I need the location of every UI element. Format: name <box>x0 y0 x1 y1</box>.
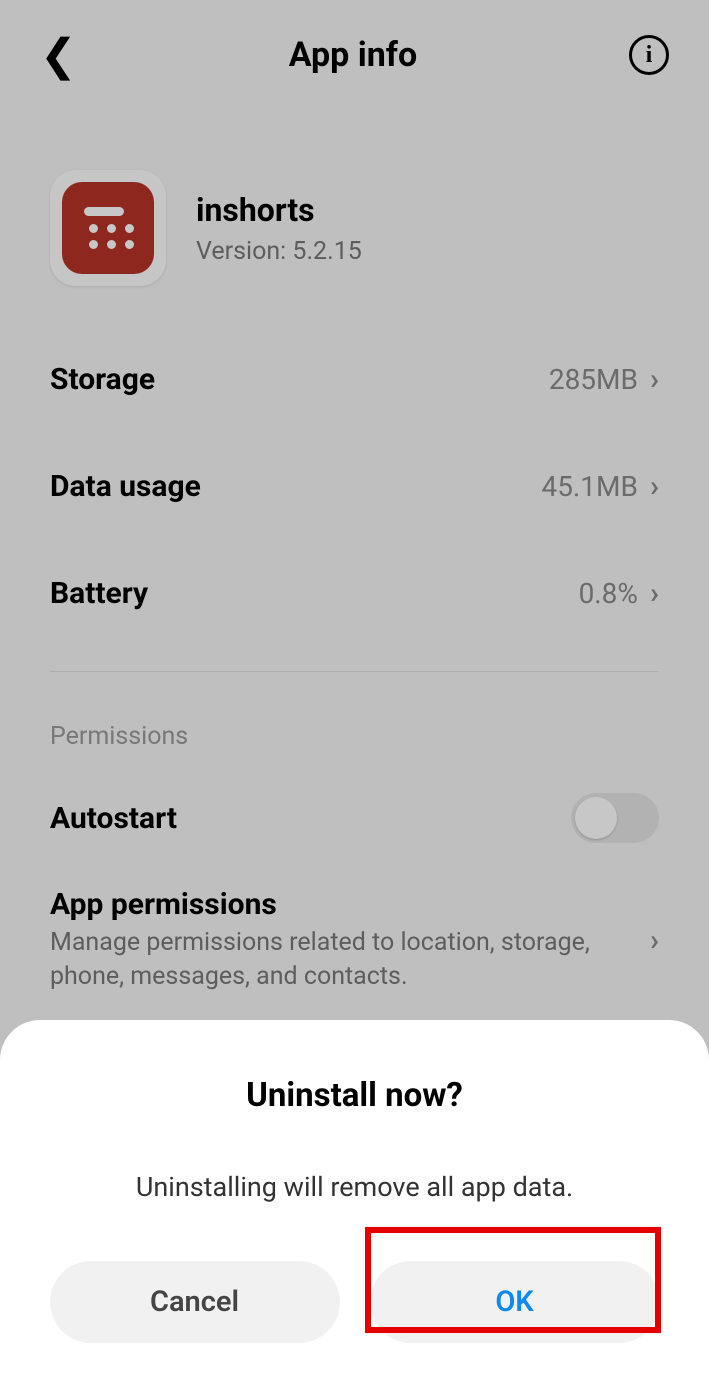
dialog-message: Uninstalling will remove all app data. <box>40 1171 669 1203</box>
dialog-buttons: Cancel OK <box>40 1261 669 1343</box>
uninstall-dialog: Uninstall now? Uninstalling will remove … <box>0 1020 709 1373</box>
app-info-page: ❮ App info i inshorts Version: 5.2.15 St… <box>0 0 709 1373</box>
cancel-button[interactable]: Cancel <box>50 1261 340 1343</box>
dialog-title: Uninstall now? <box>40 1076 669 1115</box>
ok-button[interactable]: OK <box>370 1261 660 1343</box>
